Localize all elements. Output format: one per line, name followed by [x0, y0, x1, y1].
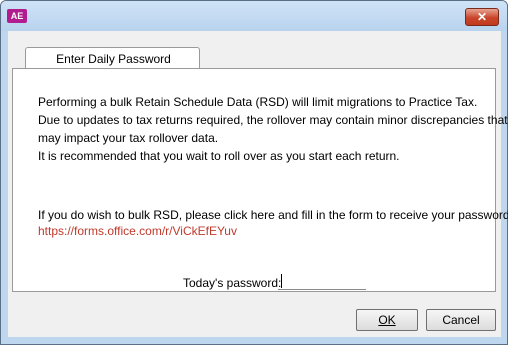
- password-label: Today's password:: [183, 276, 282, 290]
- message-line-1: Performing a bulk Retain Schedule Data (…: [38, 95, 478, 109]
- dialog-client-area: Enter Daily Password Performing a bulk R…: [8, 31, 508, 337]
- message-line-4: It is recommended that you wait to roll …: [38, 149, 400, 163]
- close-button[interactable]: ✕: [465, 8, 499, 26]
- ok-button-label: OK: [378, 313, 396, 327]
- app-logo-icon: AE: [7, 9, 27, 23]
- message-line-3: may impact your tax rollover data.: [38, 131, 219, 145]
- title-bar[interactable]: AE ✕: [1, 1, 507, 31]
- text-caret: [281, 274, 282, 288]
- tab-label: Enter Daily Password: [56, 52, 171, 66]
- ok-button[interactable]: OK: [356, 309, 418, 331]
- instruction-text: If you do wish to bulk RSD, please click…: [38, 208, 508, 222]
- cancel-button[interactable]: Cancel: [426, 309, 496, 331]
- dialog-window: AE ✕ Enter Daily Password Performing a b…: [0, 0, 508, 345]
- password-input[interactable]: [278, 270, 366, 290]
- tab-enter-daily-password[interactable]: Enter Daily Password: [25, 47, 200, 69]
- tab-panel: Performing a bulk Retain Schedule Data (…: [12, 68, 508, 292]
- password-request-link[interactable]: https://forms.office.com/r/ViCkEfEYuv: [38, 224, 237, 238]
- message-line-2: Due to updates to tax returns required, …: [38, 113, 508, 127]
